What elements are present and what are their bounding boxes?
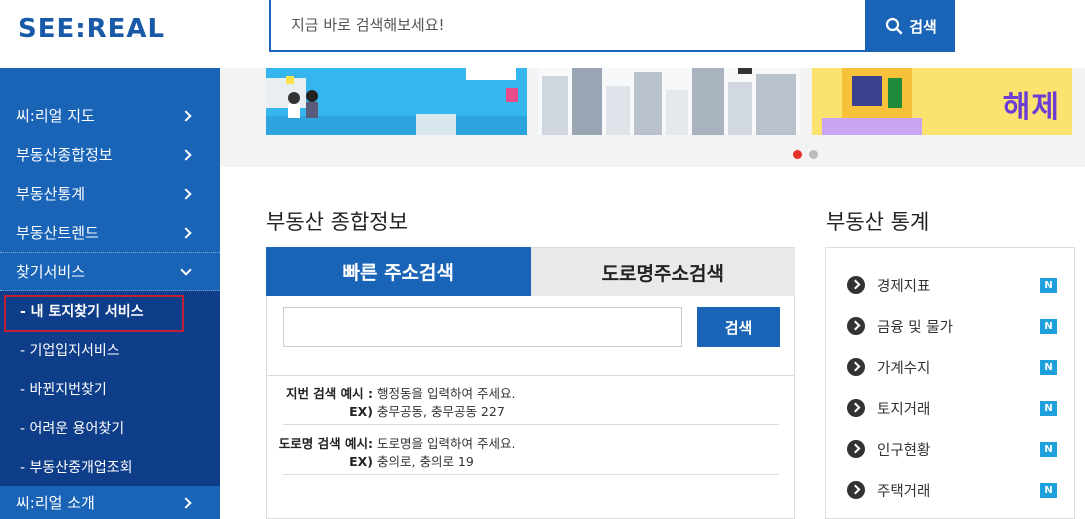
- chevron-down-icon: [180, 263, 192, 276]
- example-ex-text: 충의로, 충의로 19: [377, 454, 474, 469]
- chevron-right-icon: [180, 226, 192, 239]
- sidebar-item-label: 씨:리얼 소개: [16, 494, 95, 512]
- banner-slide-city[interactable]: [538, 68, 800, 135]
- tab-quick-address[interactable]: 빠른 주소검색: [266, 247, 531, 296]
- banner-slide-park[interactable]: [266, 68, 527, 135]
- banner-carousel: 해제: [220, 68, 1085, 167]
- chevron-right-icon: [180, 109, 192, 122]
- submenu-item-changed-lot[interactable]: - 바뀐지번찾기: [0, 369, 220, 408]
- carousel-dot-active[interactable]: [793, 150, 802, 159]
- address-search-tabs: 빠른 주소검색 도로명주소검색: [266, 247, 795, 296]
- example-text: 행정동을 입력하여 주세요.: [377, 386, 516, 401]
- example-ex-text: 충무공동, 충무공동 227: [377, 404, 505, 419]
- tab-road-address[interactable]: 도로명주소검색: [530, 247, 795, 296]
- sidebar-item-trend[interactable]: 부동산트렌드: [0, 213, 220, 252]
- stats-item-land-trade[interactable]: 토지거래 N: [847, 397, 1057, 419]
- search-button[interactable]: 검색: [867, 0, 955, 52]
- submenu-item-broker-lookup[interactable]: - 부동산중개업조회: [0, 447, 220, 486]
- sidebar: 씨:리얼 지도 부동산종합정보 부동산통계 부동산트렌드 찾기서비스 - 내 토…: [0, 68, 220, 519]
- arrow-circle-icon: [847, 481, 865, 499]
- new-badge: N: [1040, 482, 1057, 498]
- sidebar-item-label: 부동산종합정보: [16, 146, 113, 164]
- example-ex-label: EX): [349, 404, 373, 419]
- banner-slide-deregulation[interactable]: 해제: [812, 68, 1072, 135]
- submenu-item-business-location[interactable]: - 기업입지서비스: [0, 330, 220, 369]
- stats-item-label: 주택거래: [877, 483, 931, 500]
- search-button-label: 검색: [909, 17, 937, 36]
- park-illustration: [266, 68, 527, 135]
- example-road-search: 도로명 검색 예시: 도로명을 입력하여 주세요. EX) 충의로, 충의로 1…: [267, 435, 794, 471]
- arrow-circle-icon: [847, 440, 865, 458]
- new-badge: N: [1040, 441, 1057, 457]
- new-badge: N: [1040, 400, 1057, 416]
- chevron-right-icon: [180, 496, 192, 509]
- city-illustration: [542, 68, 796, 135]
- arrow-circle-icon: [847, 317, 865, 335]
- house-illustration: [822, 68, 922, 135]
- global-search: 지금 바로 검색해보세요! 검색: [269, 0, 955, 52]
- new-badge: N: [1040, 318, 1057, 334]
- search-input[interactable]: 지금 바로 검색해보세요!: [269, 0, 867, 52]
- stats-list: 경제지표 N 금융 및 물가 N 가계수지 N 토지거래 N 인구현황 N 주택…: [825, 247, 1075, 519]
- stats-item-population[interactable]: 인구현황 N: [847, 438, 1057, 460]
- new-badge: N: [1040, 277, 1057, 293]
- chevron-right-icon: [180, 187, 192, 200]
- sidebar-item-label: 찾기서비스: [16, 263, 86, 281]
- site-logo[interactable]: SEE:REAL: [18, 14, 165, 44]
- example-lot-search: 지번 검색 예시 : 행정동을 입력하여 주세요. EX) 충무공동, 충무공동…: [267, 385, 794, 421]
- stats-item-finance[interactable]: 금융 및 물가 N: [847, 315, 1057, 337]
- stats-item-label: 경제지표: [877, 278, 931, 295]
- example-divider: [283, 474, 779, 475]
- sidebar-item-map[interactable]: 씨:리얼 지도: [0, 96, 220, 135]
- arrow-circle-icon: [847, 358, 865, 376]
- submenu-item-my-land[interactable]: - 내 토지찾기 서비스: [0, 291, 220, 330]
- sidebar-item-about[interactable]: 씨:리얼 소개: [0, 486, 220, 519]
- stats-section-title: 부동산 통계: [826, 210, 930, 234]
- top-bar: SEE:REAL 지금 바로 검색해보세요! 검색: [0, 0, 1085, 68]
- address-search-panel: 검색 지번 검색 예시 : 행정동을 입력하여 주세요. EX) 충무공동, 충…: [266, 296, 795, 519]
- stats-item-label: 가계수지: [877, 360, 931, 377]
- arrow-circle-icon: [847, 276, 865, 294]
- address-search-input[interactable]: [283, 307, 682, 347]
- example-label: 도로명 검색 예시:: [278, 436, 373, 451]
- example-divider: [283, 424, 779, 425]
- address-search-button[interactable]: 검색: [697, 307, 780, 347]
- example-label: 지번 검색 예시 :: [285, 386, 373, 401]
- sidebar-item-statistics[interactable]: 부동산통계: [0, 174, 220, 213]
- stats-item-housing-trade[interactable]: 주택거래 N: [847, 479, 1057, 501]
- example-ex-label: EX): [349, 454, 373, 469]
- chevron-right-icon: [180, 148, 192, 161]
- stats-item-label: 금융 및 물가: [877, 319, 953, 336]
- submenu-item-glossary[interactable]: - 어려운 용어찾기: [0, 408, 220, 447]
- search-icon: [886, 17, 903, 35]
- arrow-circle-icon: [847, 399, 865, 417]
- banner-headline: 해제: [1002, 90, 1060, 125]
- sidebar-item-realestate-info[interactable]: 부동산종합정보: [0, 135, 220, 174]
- sidebar-item-label: 부동산통계: [16, 185, 86, 203]
- stats-item-economy[interactable]: 경제지표 N: [847, 274, 1057, 296]
- info-section-title: 부동산 종합정보: [266, 210, 408, 234]
- carousel-dot[interactable]: [809, 150, 818, 159]
- sidebar-item-label: 부동산트렌드: [16, 224, 99, 242]
- sidebar-item-find-service[interactable]: 찾기서비스: [0, 252, 220, 291]
- sidebar-item-label: 씨:리얼 지도: [16, 107, 95, 125]
- stats-item-label: 토지거래: [877, 401, 931, 418]
- stats-item-household[interactable]: 가계수지 N: [847, 356, 1057, 378]
- new-badge: N: [1040, 359, 1057, 375]
- stats-item-label: 인구현황: [877, 442, 931, 459]
- example-text: 도로명을 입력하여 주세요.: [377, 436, 516, 451]
- find-service-submenu: - 내 토지찾기 서비스 - 기업입지서비스 - 바뀐지번찾기 - 어려운 용어…: [0, 291, 220, 486]
- panel-divider: [267, 375, 794, 376]
